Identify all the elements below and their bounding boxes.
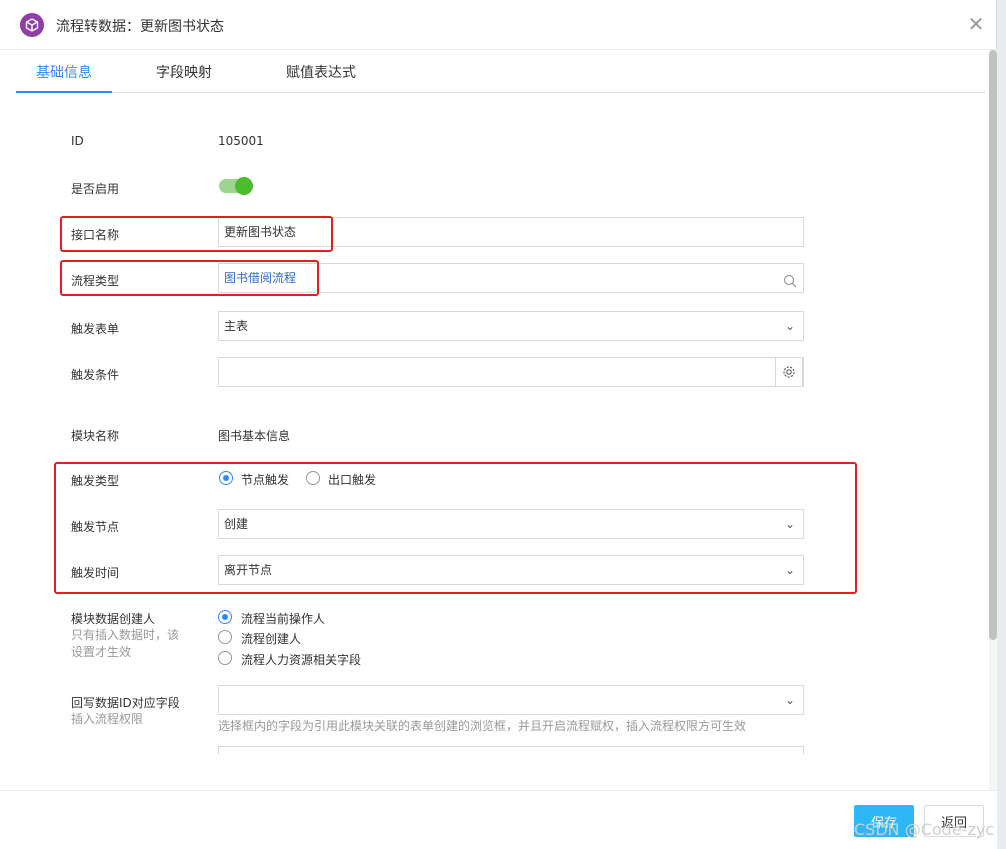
radio-creator-hr-field-label: 流程人力资源相关字段 (241, 653, 362, 667)
module-name-label: 模块名称 (71, 429, 120, 443)
id-value: 105001 (218, 134, 264, 148)
writeback-label: 回写数据ID对应字段 (71, 696, 180, 710)
radio-creator-current[interactable] (218, 610, 232, 624)
toggle-knob (235, 177, 253, 195)
trigger-form-select[interactable]: 主表 ⌄ (218, 311, 804, 341)
writeback-sub: 插入流程权限 (71, 712, 144, 726)
tab-field-mapping[interactable]: 字段映射 (136, 50, 232, 93)
tab-bar: 基础信息 字段映射 赋值表达式 (16, 50, 986, 93)
trigger-cond-input[interactable] (218, 357, 804, 387)
creator-label: 模块数据创建人 (71, 612, 156, 626)
trigger-cond-label: 触发条件 (71, 368, 120, 382)
radio-creator-hr-field[interactable] (218, 651, 232, 665)
next-field-input[interactable] (218, 746, 804, 754)
dialog-footer (0, 790, 997, 849)
highlight-box-api-name (60, 216, 333, 252)
dialog-header: 流程转数据：更新图书状态 ✕ (0, 0, 997, 50)
radio-creator-current-label: 流程当前操作人 (241, 612, 326, 626)
chevron-down-icon: ⌄ (784, 319, 795, 333)
enabled-toggle[interactable] (219, 177, 253, 195)
highlight-box-trigger (54, 462, 857, 594)
chevron-down-icon: ⌄ (784, 693, 795, 707)
writeback-select[interactable]: ⌄ (218, 685, 804, 715)
dialog-title: 流程转数据：更新图书状态 (56, 19, 224, 35)
scrollbar[interactable] (989, 50, 997, 790)
search-icon[interactable] (783, 270, 797, 298)
close-icon[interactable]: ✕ (964, 12, 988, 36)
tab-assign-expression[interactable]: 赋值表达式 (266, 50, 376, 93)
creator-sub-2: 设置才生效 (71, 645, 132, 659)
background-panel (996, 0, 1006, 849)
module-name-value: 图书基本信息 (218, 429, 291, 443)
creator-sub-1: 只有插入数据时，该 (71, 628, 180, 642)
trigger-form-label: 触发表单 (71, 322, 120, 336)
writeback-hint: 选择框内的字段为引用此模块关联的表单创建的浏览框，并且开启流程赋权，插入流程权限… (218, 719, 747, 733)
enabled-label: 是否启用 (71, 182, 120, 196)
gear-icon[interactable] (775, 357, 803, 387)
radio-creator-flow-creator[interactable] (218, 630, 232, 644)
dialog: 流程转数据：更新图书状态 ✕ 基础信息 字段映射 赋值表达式 ID 105001… (0, 0, 997, 849)
tab-basic-info[interactable]: 基础信息 (16, 50, 112, 93)
highlight-box-flow-type (60, 260, 319, 296)
watermark: CSDN @Code-zyc (854, 820, 995, 839)
scrollbar-thumb[interactable] (989, 50, 997, 640)
trigger-form-value: 主表 (224, 319, 249, 333)
cube-icon (20, 13, 44, 37)
id-label: ID (71, 134, 84, 148)
radio-creator-flow-creator-label: 流程创建人 (241, 632, 302, 646)
